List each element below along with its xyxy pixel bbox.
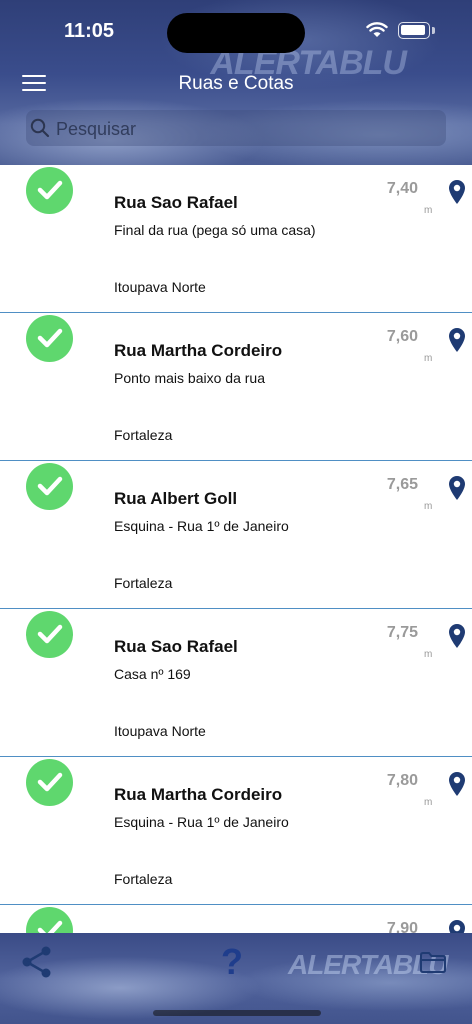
district-name: Fortaleza <box>114 575 173 591</box>
map-pin-icon[interactable] <box>448 771 466 797</box>
street-description: Esquina - Rua 1º de Janeiro <box>114 814 289 830</box>
street-name: Rua Sao Rafael <box>114 193 238 212</box>
checkmark-icon <box>26 907 73 933</box>
street-description: Esquina - Rua 1º de Janeiro <box>114 518 289 534</box>
map-pin-icon[interactable] <box>448 919 466 933</box>
elevation-value: 7,90 <box>386 920 418 933</box>
district-name: Fortaleza <box>114 427 173 443</box>
district-name: Itoupava Norte <box>114 279 206 295</box>
street-description: Final da rua (pega só uma casa) <box>114 222 316 238</box>
wifi-icon <box>366 22 388 37</box>
elevation-unit: m <box>424 205 433 216</box>
home-indicator <box>153 1010 321 1016</box>
elevation-value: 7,75 <box>386 624 418 641</box>
list-item[interactable]: Rua Albert Goll Esquina - Rua 1º de Janei… <box>0 461 472 609</box>
list-item[interactable]: Rua Martha Cordeiro Esquina - Rua 1º de J… <box>0 757 472 905</box>
street-list: Rua Sao Rafael Final da rua (pega só uma … <box>0 165 472 933</box>
list-item[interactable]: Rua Martha Cordeiro Ponto mais baixo da r… <box>0 313 472 461</box>
elevation-unit: m <box>424 649 433 660</box>
map-pin-icon[interactable] <box>448 179 466 205</box>
elevation-value: 7,65 <box>386 476 418 493</box>
street-name: Rua Albert Goll <box>114 489 238 508</box>
street-name: Rua Martha Cordeiro <box>114 341 283 360</box>
folder-icon[interactable] <box>419 950 447 974</box>
elevation-unit: m <box>424 797 433 808</box>
map-pin-icon[interactable] <box>448 623 466 649</box>
list-item[interactable]: Rua Sao Rafael Final da rua (pega só uma … <box>0 165 472 313</box>
checkmark-icon <box>26 611 73 658</box>
checkmark-icon <box>26 315 73 362</box>
street-name: Rua Martha Cordeiro <box>114 785 283 804</box>
list-item[interactable]: Rua Sao Rafael Casa nº 169 Itoupava Norte 7… <box>0 609 472 757</box>
district-name: Fortaleza <box>114 871 173 887</box>
elevation-value: 7,60 <box>386 328 418 345</box>
status-time: 11:05 <box>64 20 115 42</box>
battery-icon <box>398 22 430 39</box>
street-description: Ponto mais baixo da rua <box>114 370 265 386</box>
bottom-toolbar: ALERTABLU ? <box>0 933 472 1024</box>
street-description: Casa nº 169 <box>114 666 191 682</box>
checkmark-icon <box>26 759 73 806</box>
checkmark-icon <box>26 167 73 214</box>
elevation-value: 7,80 <box>386 772 418 789</box>
district-name: Itoupava Norte <box>114 723 206 739</box>
checkmark-icon <box>26 463 73 510</box>
elevation-unit: m <box>424 501 433 512</box>
help-button[interactable]: ? <box>221 941 243 983</box>
street-name: Rua Sao Rafael <box>114 637 238 656</box>
map-pin-icon[interactable] <box>448 475 466 501</box>
battery-cap <box>432 27 435 34</box>
map-pin-icon[interactable] <box>448 327 466 353</box>
share-icon[interactable] <box>21 945 53 979</box>
app-header: ALERTABLU 11:05 Ruas e Cotas <box>0 0 472 165</box>
dynamic-island <box>167 13 305 53</box>
page-title: Ruas e Cotas <box>178 73 294 94</box>
list-item[interactable]: 7,90 <box>0 905 472 933</box>
search-icon <box>30 118 50 138</box>
elevation-unit: m <box>424 353 433 364</box>
search-bar[interactable] <box>26 110 446 146</box>
elevation-value: 7,40 <box>386 180 418 197</box>
search-input[interactable] <box>54 114 438 144</box>
